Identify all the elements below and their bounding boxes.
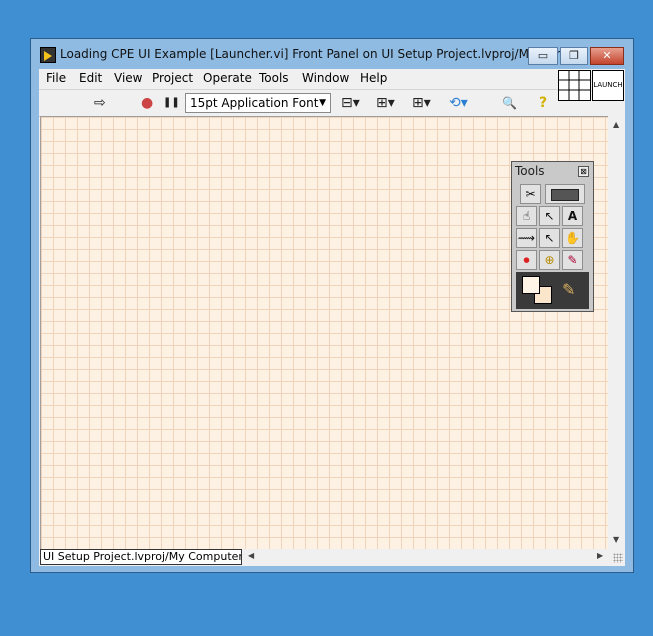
menu-window[interactable]: Window xyxy=(302,71,349,85)
connect-wire-tool-icon[interactable]: ⟿ xyxy=(516,228,537,248)
scroll-right-icon[interactable]: ▶ xyxy=(597,551,603,560)
scroll-down-icon[interactable]: ▼ xyxy=(613,535,619,544)
foreground-color-swatch[interactable] xyxy=(522,276,540,294)
vi-icon-pane[interactable]: LAUNCH xyxy=(592,70,624,101)
scroll-up-icon[interactable]: ▲ xyxy=(613,120,619,129)
menu-operate[interactable]: Operate xyxy=(203,71,252,85)
menu-project[interactable]: Project xyxy=(152,71,193,85)
brush-icon: ✎ xyxy=(562,280,576,299)
toolbar: ⇨ ● ❚❚ 15pt Application Font ▼ ⊟▾ ⊞▾ ⊞▾ … xyxy=(39,89,559,117)
pause-icon[interactable]: ❚❚ xyxy=(163,94,180,112)
title-bar[interactable]: Loading CPE UI Example [Launcher.vi] Fro… xyxy=(31,39,633,69)
tools-palette-close-button[interactable]: ⊠ xyxy=(578,166,589,177)
align-objects-icon[interactable]: ⊟▾ xyxy=(341,94,360,112)
set-color-tool[interactable]: ✎ xyxy=(516,272,589,309)
edit-text-tool-icon[interactable]: A xyxy=(562,206,583,226)
automatic-tool-icon[interactable]: ✂ xyxy=(520,184,541,204)
breakpoint-tool-icon[interactable]: ⏺ xyxy=(516,250,537,270)
connector-pane[interactable] xyxy=(558,70,591,101)
resize-grip[interactable] xyxy=(613,553,623,563)
maximize-button[interactable]: ❐ xyxy=(560,47,588,65)
font-select-value: 15pt Application Font xyxy=(190,96,319,110)
menu-tools[interactable]: Tools xyxy=(259,71,289,85)
menu-help[interactable]: Help xyxy=(360,71,387,85)
operate-value-tool-icon[interactable]: ☝ xyxy=(516,206,537,226)
run-arrow-icon[interactable]: ⇨ xyxy=(94,94,106,112)
automatic-selection-toggle[interactable] xyxy=(545,184,585,204)
tools-palette: Tools ⊠ ✂ ☝ ↖ A ⟿ ↖ ✋ ⏺ ⊕ ✎ ✎ xyxy=(511,161,594,312)
led-indicator-icon xyxy=(551,188,579,201)
abort-icon[interactable]: ● xyxy=(141,94,153,112)
menu-view[interactable]: View xyxy=(114,71,142,85)
position-tool-icon[interactable]: ↖ xyxy=(539,206,560,226)
connector-pane-grid xyxy=(559,71,590,100)
vi-icon xyxy=(40,47,56,63)
reorder-icon[interactable]: ⟲▾ xyxy=(449,94,468,112)
vertical-scrollbar[interactable]: ▲ ▼ xyxy=(609,116,625,548)
tools-palette-title: Tools xyxy=(515,164,545,178)
search-icon[interactable]: 🔍 xyxy=(502,94,517,112)
close-button[interactable]: ✕ xyxy=(590,47,624,65)
menu-file[interactable]: File xyxy=(46,71,66,85)
help-icon[interactable]: ? xyxy=(539,94,547,112)
window-title: Loading CPE UI Example [Launcher.vi] Fro… xyxy=(60,47,579,61)
menu-bar: File Edit View Project Operate Tools Win… xyxy=(39,69,559,88)
resize-objects-icon[interactable]: ⊞▾ xyxy=(412,94,431,112)
minimize-button[interactable]: ▭ xyxy=(528,47,558,65)
scroll-window-tool-icon[interactable]: ✋ xyxy=(562,228,583,248)
get-color-tool-icon[interactable]: ✎ xyxy=(562,250,583,270)
distribute-objects-icon[interactable]: ⊞▾ xyxy=(376,94,395,112)
menu-edit[interactable]: Edit xyxy=(79,71,102,85)
project-path: UI Setup Project.lvproj/My Computer xyxy=(40,549,242,565)
status-bar: UI Setup Project.lvproj/My Computer ◀ ▶ xyxy=(39,549,625,566)
client-area: File Edit View Project Operate Tools Win… xyxy=(39,69,625,566)
scroll-left-icon[interactable]: ◀ xyxy=(248,551,254,560)
font-select[interactable]: 15pt Application Font ▼ xyxy=(185,93,331,113)
object-shortcut-menu-tool-icon[interactable]: ↖ xyxy=(539,228,560,248)
probe-tool-icon[interactable]: ⊕ xyxy=(539,250,560,270)
chevron-down-icon: ▼ xyxy=(319,98,326,108)
